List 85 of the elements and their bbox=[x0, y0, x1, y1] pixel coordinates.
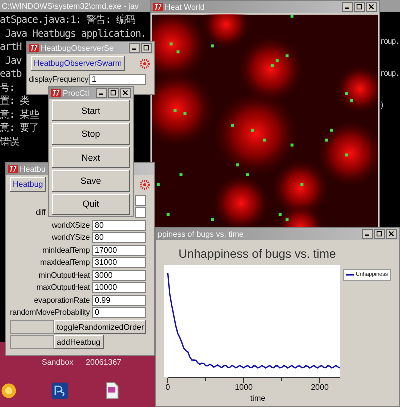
control-button[interactable]: Next bbox=[52, 146, 130, 168]
app-icon bbox=[51, 89, 61, 97]
blank-panel bbox=[10, 335, 54, 349]
input-field[interactable]: 31000 bbox=[92, 257, 146, 268]
close-button[interactable] bbox=[120, 88, 131, 98]
sun-icon[interactable] bbox=[0, 382, 18, 400]
input-field[interactable]: 10000 bbox=[92, 282, 146, 294]
console-line: 意: 某些 bbox=[0, 108, 40, 122]
app-icon bbox=[153, 3, 163, 11]
minimize-button[interactable] bbox=[342, 2, 353, 12]
axis-tick-label: 2000 bbox=[311, 383, 329, 392]
control-button[interactable]: Save bbox=[52, 170, 130, 192]
field-label: maxOutputHeat bbox=[36, 283, 92, 292]
input-field[interactable]: 80 bbox=[92, 220, 146, 231]
app-icon bbox=[8, 165, 18, 173]
photoshop-icon[interactable] bbox=[51, 382, 69, 400]
close-button[interactable] bbox=[366, 2, 377, 12]
starburst-icon[interactable] bbox=[140, 58, 150, 68]
icon-label: 20061367 bbox=[86, 358, 122, 367]
close-button[interactable] bbox=[386, 229, 397, 239]
close-icon bbox=[388, 231, 395, 237]
window-title: ProcCtl bbox=[63, 88, 90, 98]
close-icon bbox=[368, 4, 375, 10]
maximize-button[interactable] bbox=[374, 229, 385, 239]
close-icon bbox=[122, 90, 129, 96]
app-icon bbox=[29, 44, 39, 52]
window-title: ppiness of bugs vs. time bbox=[158, 230, 244, 238]
maximize-button[interactable] bbox=[141, 43, 152, 53]
swarm-button[interactable]: HeatbugObserverSwarm bbox=[31, 56, 126, 71]
axis-tick-label: 1000 bbox=[235, 383, 253, 392]
input-field[interactable] bbox=[135, 194, 146, 206]
action-button[interactable]: toggleRandomizedOrder bbox=[54, 320, 146, 334]
field-label: worldXSize bbox=[50, 220, 91, 230]
window-title: Heatbu bbox=[20, 164, 46, 174]
axis-label: time bbox=[249, 394, 267, 403]
action-button[interactable]: addHeatbug bbox=[54, 335, 104, 349]
starburst-icon[interactable] bbox=[140, 180, 150, 190]
window-title: HeatbugObserverSe bbox=[41, 44, 114, 52]
field-label: maxIdealTemp bbox=[39, 258, 91, 268]
maximize-icon bbox=[143, 45, 150, 51]
field-label: diff bbox=[35, 208, 47, 218]
console-line: 号: bbox=[0, 82, 15, 95]
field-label: evaporationRate bbox=[33, 296, 91, 305]
field-label: randomMoveProbability bbox=[9, 308, 92, 318]
field-label: minOutputHeat bbox=[38, 270, 92, 280]
console-line: roup. bbox=[380, 36, 400, 48]
maximize-icon bbox=[110, 90, 117, 96]
field-label: worldYSize bbox=[50, 233, 91, 242]
console-line: artH bbox=[0, 41, 22, 54]
swarm-button[interactable]: Heatbug bbox=[10, 177, 46, 192]
control-button[interactable]: Start bbox=[52, 100, 130, 122]
input-field[interactable] bbox=[135, 207, 146, 218]
console-line: ) bbox=[380, 100, 385, 112]
field-label: displayFrequency bbox=[28, 74, 89, 84]
input-field[interactable]: 17000 bbox=[92, 244, 146, 256]
minimize-button[interactable] bbox=[96, 88, 107, 98]
input-field[interactable]: 80 bbox=[92, 232, 146, 244]
input-field[interactable]: 0.99 bbox=[92, 294, 146, 306]
maximize-icon bbox=[376, 231, 383, 237]
input-field[interactable]: 0 bbox=[92, 307, 146, 318]
window-title: Heat World bbox=[165, 2, 205, 12]
window-title: C:\WINDOWS\system32\cmd.exe - jav bbox=[2, 2, 139, 10]
console-line: 意: 要了 bbox=[0, 122, 40, 136]
maximize-button[interactable] bbox=[354, 2, 365, 12]
maximize-button[interactable] bbox=[108, 88, 119, 98]
input-field[interactable]: 1 bbox=[89, 74, 146, 85]
console-line: Java Heatbugs application. bbox=[4, 28, 146, 41]
console-line: atSpace.java:1: 警告: 编码 bbox=[0, 14, 136, 28]
document-icon[interactable] bbox=[103, 382, 121, 400]
minimize-button[interactable] bbox=[129, 43, 140, 53]
console-line: Jav bbox=[4, 54, 22, 68]
maximize-icon bbox=[356, 4, 363, 10]
console-line: roup. bbox=[380, 68, 400, 80]
axis-tick-label: 0 bbox=[166, 383, 170, 392]
blank-panel bbox=[10, 320, 54, 334]
input-field[interactable]: 3000 bbox=[92, 270, 146, 281]
icon-label: Sandbox bbox=[42, 358, 74, 367]
console-line: eatb bbox=[0, 68, 22, 82]
field-label: minIdealTemp bbox=[42, 246, 91, 255]
chart-title: Unhappiness of bugs vs. time bbox=[178, 246, 338, 263]
console-line: 置: 类 bbox=[0, 95, 30, 108]
minimize-button[interactable] bbox=[362, 229, 373, 239]
console-line: 错误 bbox=[0, 136, 19, 149]
control-button[interactable]: Quit bbox=[52, 194, 130, 216]
control-button[interactable]: Stop bbox=[52, 123, 130, 145]
